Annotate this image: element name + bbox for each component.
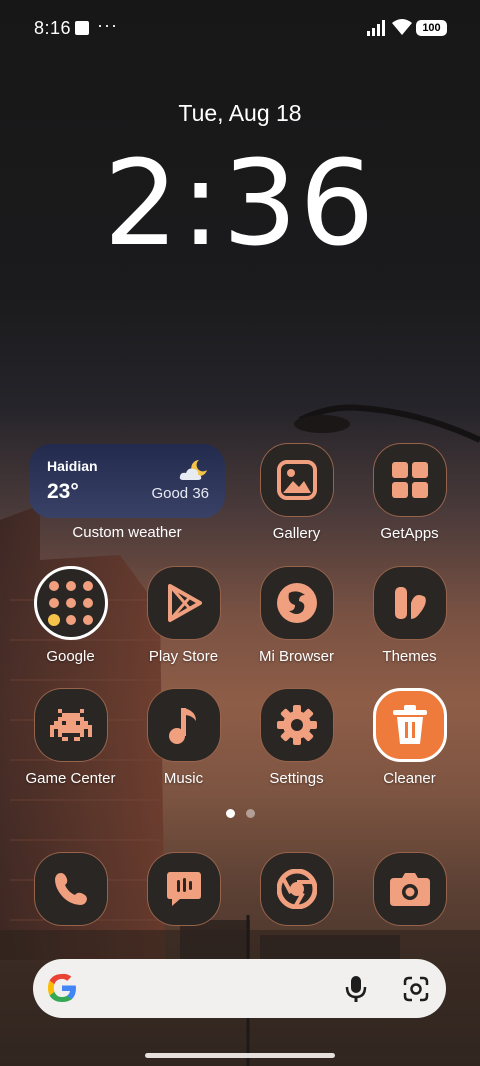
app-label: Settings: [269, 770, 324, 787]
game-center-icon: [33, 688, 108, 762]
themes-icon: [372, 566, 447, 640]
partly-cloudy-night-icon: [179, 460, 207, 480]
page-indicator-inactive[interactable]: [246, 809, 255, 818]
weather-city: Haidian: [47, 458, 98, 474]
dock-camera[interactable]: [353, 852, 466, 926]
battery-icon: 100: [416, 20, 447, 36]
app-label: Google: [46, 648, 95, 665]
app-label: Play Store: [148, 648, 219, 665]
app-label: Themes: [382, 648, 437, 665]
app-music[interactable]: Music: [127, 688, 240, 787]
folder-google[interactable]: Google: [14, 566, 127, 665]
app-game-center[interactable]: Game Center: [14, 688, 127, 787]
app-mi-browser[interactable]: Mi Browser: [240, 566, 353, 665]
dock-chrome[interactable]: [240, 852, 353, 926]
status-time: 8:16: [34, 18, 72, 38]
gallery-icon: [259, 443, 334, 517]
microphone-icon[interactable]: [343, 975, 369, 1003]
google-search-bar[interactable]: [33, 959, 446, 1018]
chrome-icon: [259, 852, 334, 926]
dock-messaging[interactable]: [127, 852, 240, 926]
dock-phone[interactable]: [14, 852, 127, 926]
cleaner-trash-icon: [372, 688, 447, 762]
phone-icon: [33, 852, 108, 926]
app-themes[interactable]: Themes: [353, 566, 466, 665]
app-label: Game Center: [25, 770, 116, 787]
clock-time: 2:36: [103, 134, 377, 272]
messaging-icon: [146, 852, 221, 926]
camera-icon: [372, 852, 447, 926]
app-getapps[interactable]: GetApps: [353, 443, 466, 542]
signal-icon: [367, 20, 385, 36]
getapps-icon: [372, 443, 447, 517]
app-play-store[interactable]: Play Store: [127, 566, 240, 665]
app-label: Cleaner: [383, 770, 436, 787]
notification-icon: [75, 21, 89, 35]
play-store-icon: [146, 566, 221, 640]
google-lens-icon[interactable]: [403, 976, 429, 1002]
wifi-icon: [392, 19, 412, 35]
google-folder-icon: [33, 566, 108, 640]
settings-gear-icon: [259, 688, 334, 762]
app-gallery[interactable]: Gallery: [240, 443, 353, 542]
more-notifications-icon: ···: [97, 15, 118, 35]
mi-browser-icon: [259, 566, 334, 640]
app-label: Mi Browser: [258, 648, 334, 665]
app-label: Gallery: [272, 525, 321, 542]
music-icon: [146, 688, 221, 762]
google-logo-icon: [48, 973, 76, 1002]
weather-widget-label: Custom weather: [72, 524, 182, 541]
app-cleaner[interactable]: Cleaner: [353, 688, 466, 787]
weather-temperature: 23°: [47, 480, 79, 503]
weather-widget[interactable]: Haidian 23° Good 36: [29, 444, 225, 518]
home-gesture-bar[interactable]: [145, 1053, 335, 1058]
app-label: GetApps: [380, 525, 439, 542]
page-indicator-active[interactable]: [226, 809, 235, 818]
app-label: Music: [163, 770, 204, 787]
status-bar: 8:16 ··· 100: [0, 0, 480, 56]
app-settings[interactable]: Settings: [240, 688, 353, 787]
weather-air-quality: Good 36: [151, 485, 209, 502]
date-label: Tue, Aug 18: [178, 100, 302, 126]
